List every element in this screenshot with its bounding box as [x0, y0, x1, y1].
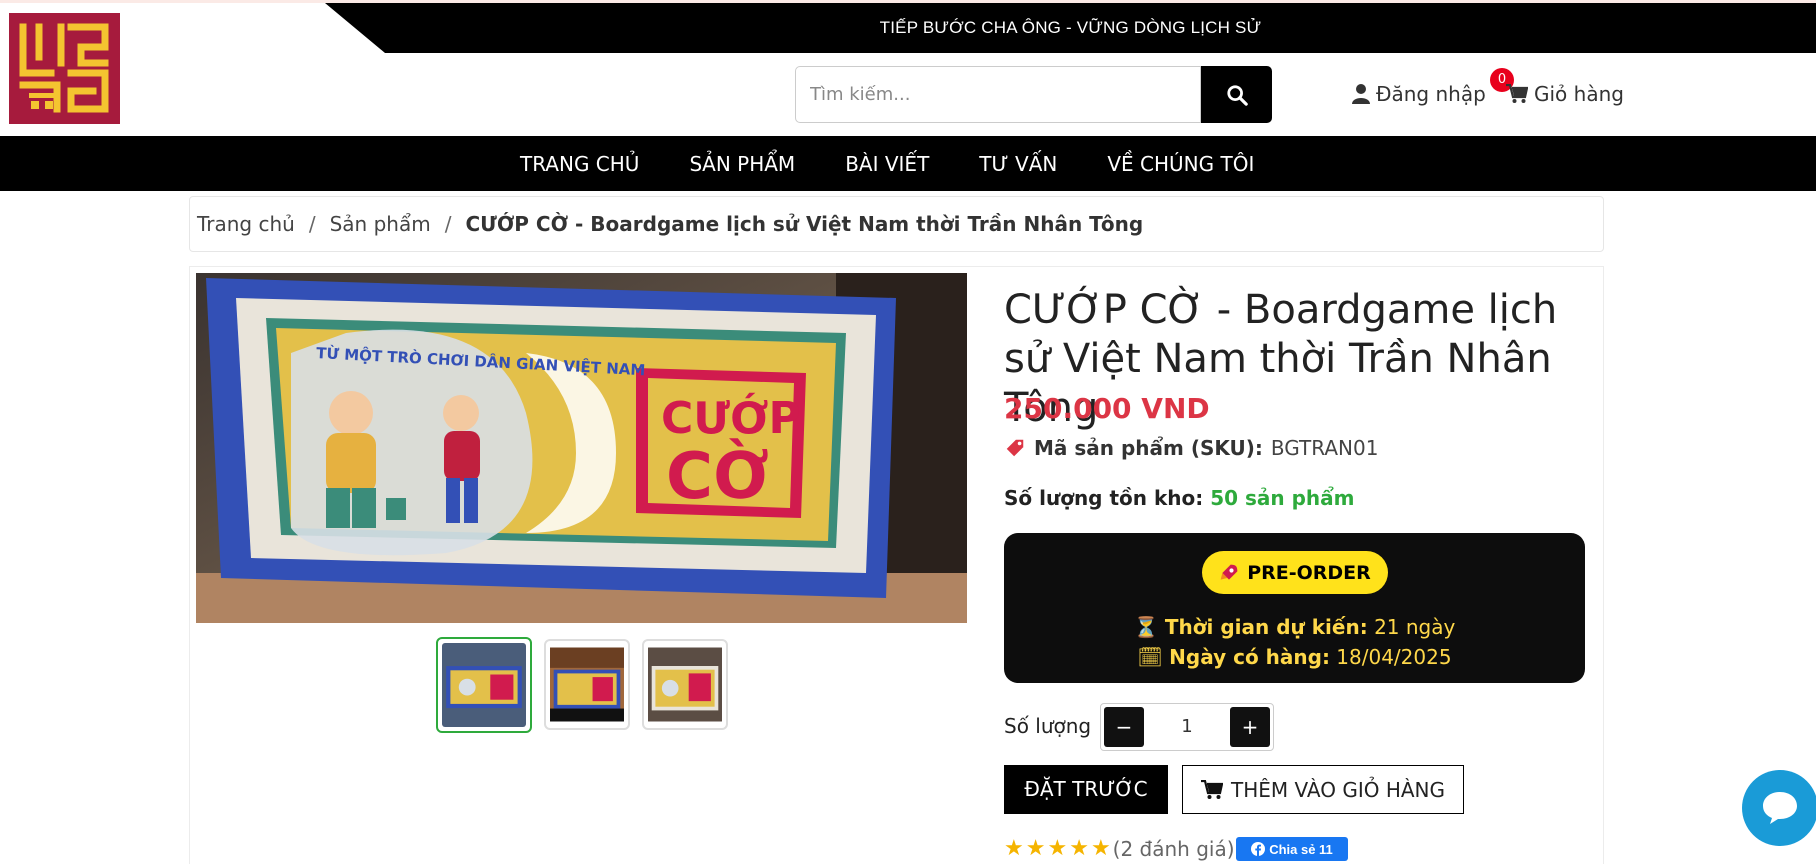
- preorder-badge-label: PRE-ORDER: [1247, 561, 1371, 584]
- product-rating: ★ ★ ★ ★ ★ (2 đánh giá): [1004, 836, 1235, 861]
- thumbnail-image: [648, 647, 722, 722]
- logo-mark: [9, 13, 120, 124]
- cart-label: Giỏ hàng: [1534, 82, 1624, 106]
- star-icon: ★: [1090, 836, 1111, 861]
- facebook-icon: [1251, 842, 1266, 856]
- preorder-button[interactable]: ĐẶT TRƯỚC: [1004, 765, 1168, 814]
- star-icon: ★: [1047, 836, 1068, 861]
- breadcrumb: Trang chủ / Sản phẩm / CƯỚP CỜ - Boardga…: [189, 196, 1604, 252]
- quantity-input[interactable]: 1: [1147, 704, 1227, 750]
- top-bar: TIẾP BƯỚC CHA ÔNG - VỮNG DÒNG LỊCH SỬ: [0, 0, 1816, 53]
- quantity-decrease-button[interactable]: −: [1104, 707, 1144, 747]
- sku-value: BGTRAN01: [1270, 436, 1379, 460]
- preorder-time-label: Thời gian dự kiến:: [1164, 615, 1368, 639]
- search-bar: [795, 66, 1272, 123]
- stock-label: Số lượng tồn kho:: [1004, 486, 1204, 510]
- product-price: 250.000 VND: [1004, 392, 1210, 425]
- quantity-label: Số lượng: [1004, 714, 1092, 738]
- search-button[interactable]: [1201, 66, 1272, 123]
- product-photo: TỪ MỘT TRÒ CHƠI DÂN GIAN VIỆT NAM CƯỚP C…: [196, 273, 967, 623]
- preorder-date-value: 18/04/2025: [1336, 645, 1452, 669]
- thumbnail-2[interactable]: [544, 639, 630, 730]
- box-title-2: CỜ: [666, 438, 769, 514]
- thumbnail-image: [442, 643, 526, 727]
- nav-item-products[interactable]: SẢN PHẨM: [689, 152, 795, 176]
- nav-item-home[interactable]: TRANG CHỦ: [520, 152, 639, 176]
- star-icon: ★: [1004, 836, 1024, 861]
- breadcrumb-separator: /: [444, 212, 452, 236]
- product-main-image[interactable]: TỪ MỘT TRÒ CHƠI DÂN GIAN VIỆT NAM CƯỚP C…: [196, 273, 967, 623]
- preorder-date-label: Ngày có hàng:: [1169, 645, 1330, 669]
- breadcrumb-products[interactable]: Sản phẩm: [330, 212, 431, 236]
- nav-item-articles[interactable]: BÀI VIẾT: [845, 152, 929, 176]
- chat-widget-button[interactable]: [1742, 770, 1816, 846]
- thumbnail-3[interactable]: [642, 639, 728, 730]
- breadcrumb-home[interactable]: Trang chủ: [197, 212, 295, 236]
- product-stock: Số lượng tồn kho: 50 sản phẩm: [1004, 486, 1355, 510]
- search-icon: [1226, 84, 1248, 106]
- facebook-share-button[interactable]: Chia sẻ 11: [1236, 837, 1348, 861]
- chat-icon: [1763, 792, 1797, 824]
- rating-count[interactable]: (2 đánh giá): [1113, 837, 1235, 861]
- preorder-box: PRE-ORDER ⏳ Thời gian dự kiến: 21 ngày 🗓…: [1004, 533, 1585, 683]
- thumbnail-1[interactable]: [436, 637, 532, 733]
- site-logo[interactable]: [9, 13, 120, 124]
- slogan-text: TIẾP BƯỚC CHA ÔNG - VỮNG DÒNG LỊCH SỬ: [879, 18, 1262, 37]
- user-icon: [1352, 84, 1370, 104]
- breadcrumb-current: CƯỚP CỜ - Boardgame lịch sử Việt Nam thờ…: [465, 212, 1144, 236]
- cart-icon: [1200, 779, 1223, 799]
- thumbnail-image: [550, 647, 624, 722]
- add-to-cart-button[interactable]: THÊM VÀO GIỎ HÀNG: [1182, 765, 1464, 814]
- nav-item-consult[interactable]: TƯ VẤN: [979, 152, 1057, 176]
- nav-item-about[interactable]: VỀ CHÚNG TÔI: [1107, 152, 1254, 176]
- breadcrumb-separator: /: [308, 212, 316, 236]
- preorder-time-value: 21 ngày: [1374, 615, 1456, 639]
- sku-label: Mã sản phẩm (SKU):: [1034, 436, 1263, 460]
- stock-value: 50 sản phẩm: [1210, 486, 1355, 510]
- main-nav: TRANG CHỦ SẢN PHẨM BÀI VIẾT TƯ VẤN VỀ CH…: [0, 136, 1816, 191]
- search-input[interactable]: [795, 66, 1201, 123]
- hourglass-icon: ⏳: [1133, 615, 1159, 639]
- preorder-badge: PRE-ORDER: [1202, 551, 1388, 594]
- cart-icon: [1506, 84, 1528, 103]
- share-label: Chia sẻ 11: [1269, 841, 1333, 857]
- rocket-icon: [1220, 564, 1238, 580]
- quantity-stepper: − 1 +: [1100, 703, 1274, 751]
- login-label: Đăng nhập: [1376, 82, 1486, 106]
- calendar-icon: 🗓: [1137, 645, 1163, 669]
- preorder-time: ⏳ Thời gian dự kiến: 21 ngày: [1004, 615, 1585, 639]
- star-icon: ★: [1069, 836, 1089, 861]
- preorder-date: 🗓 Ngày có hàng: 18/04/2025: [1004, 645, 1585, 669]
- star-icon: ★: [1025, 836, 1046, 861]
- add-to-cart-label: THÊM VÀO GIỎ HÀNG: [1230, 777, 1445, 802]
- tag-icon: [1006, 439, 1024, 457]
- product-sku: Mã sản phẩm (SKU): BGTRAN01: [1004, 436, 1378, 460]
- thumbnail-strip: [436, 637, 728, 733]
- box-title-1: CƯỚP: [661, 391, 801, 444]
- login-link[interactable]: Đăng nhập: [1352, 80, 1486, 108]
- cart-link[interactable]: Giỏ hàng: [1506, 80, 1624, 108]
- quantity-increase-button[interactable]: +: [1230, 707, 1270, 747]
